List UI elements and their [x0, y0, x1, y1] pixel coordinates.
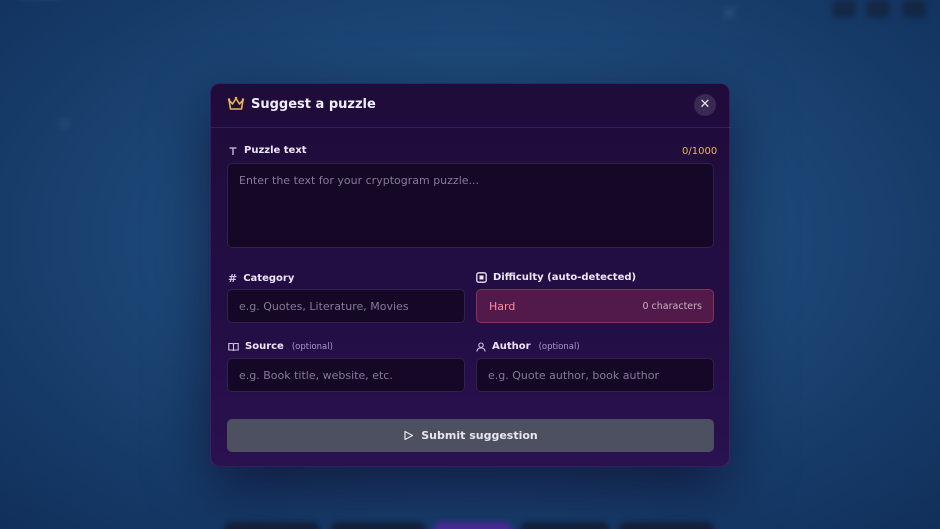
difficulty-label: Difficulty (auto-detected) — [476, 272, 636, 283]
user-icon — [476, 341, 486, 352]
difficulty-icon — [476, 272, 487, 283]
book-icon — [228, 342, 239, 351]
background-nav-pill — [330, 522, 426, 529]
difficulty-indicator: Hard 0 characters — [476, 289, 714, 323]
source-label-text: Source — [245, 341, 284, 352]
close-icon: ✕ — [699, 97, 711, 112]
author-input[interactable]: e.g. Quote author, book author — [476, 358, 714, 392]
difficulty-level: Hard — [489, 300, 516, 313]
submit-label: Submit suggestion — [421, 429, 538, 442]
background-nav-pill-active — [434, 522, 512, 529]
source-label: Source (optional) — [228, 341, 333, 352]
category-label-text: Category — [243, 273, 295, 284]
background-glyph: ✕ — [720, 2, 739, 27]
background-nav-pill — [520, 522, 610, 529]
author-optional-hint: (optional) — [538, 341, 580, 352]
background-nav-pill — [224, 522, 320, 529]
text-icon — [229, 146, 237, 155]
difficulty-label-text: Difficulty (auto-detected) — [493, 272, 637, 283]
dialog-header: Suggest a puzzle ✕ — [211, 84, 731, 128]
crown-icon — [227, 96, 245, 110]
author-label-text: Author — [492, 341, 531, 352]
source-input[interactable]: e.g. Book title, website, etc. — [227, 358, 465, 392]
suggest-puzzle-dialog: Suggest a puzzle ✕ Puzzle text 0/1000 En… — [210, 83, 731, 467]
background-top-button — [866, 0, 890, 18]
send-icon — [404, 430, 414, 441]
category-input[interactable]: e.g. Quotes, Literature, Movies — [227, 289, 465, 323]
background-top-button — [832, 0, 856, 18]
puzzle-text-label-text: Puzzle text — [244, 145, 307, 156]
hash-icon: # — [228, 272, 238, 285]
category-placeholder: e.g. Quotes, Literature, Movies — [239, 299, 409, 313]
character-counter: 0/1000 — [682, 146, 718, 157]
background-nav-pill — [618, 522, 714, 529]
puzzle-text-label: Puzzle text — [228, 145, 307, 156]
character-count: 0 characters — [642, 301, 702, 312]
source-placeholder: e.g. Book title, website, etc. — [239, 368, 393, 382]
close-button[interactable]: ✕ — [694, 94, 716, 116]
source-optional-hint: (optional) — [291, 341, 333, 352]
dialog-title: Suggest a puzzle — [251, 97, 376, 112]
submit-suggestion-button[interactable]: Submit suggestion — [227, 419, 714, 452]
author-label: Author (optional) — [476, 341, 580, 352]
puzzle-text-placeholder: Enter the text for your cryptogram puzzl… — [239, 174, 480, 187]
category-label: # Category — [228, 272, 294, 285]
background-top-button — [902, 0, 926, 18]
author-placeholder: e.g. Quote author, book author — [488, 368, 659, 382]
background-logo-text: ▔▔▔▔ — [20, 0, 60, 11]
puzzle-text-input[interactable]: Enter the text for your cryptogram puzzl… — [227, 163, 714, 248]
